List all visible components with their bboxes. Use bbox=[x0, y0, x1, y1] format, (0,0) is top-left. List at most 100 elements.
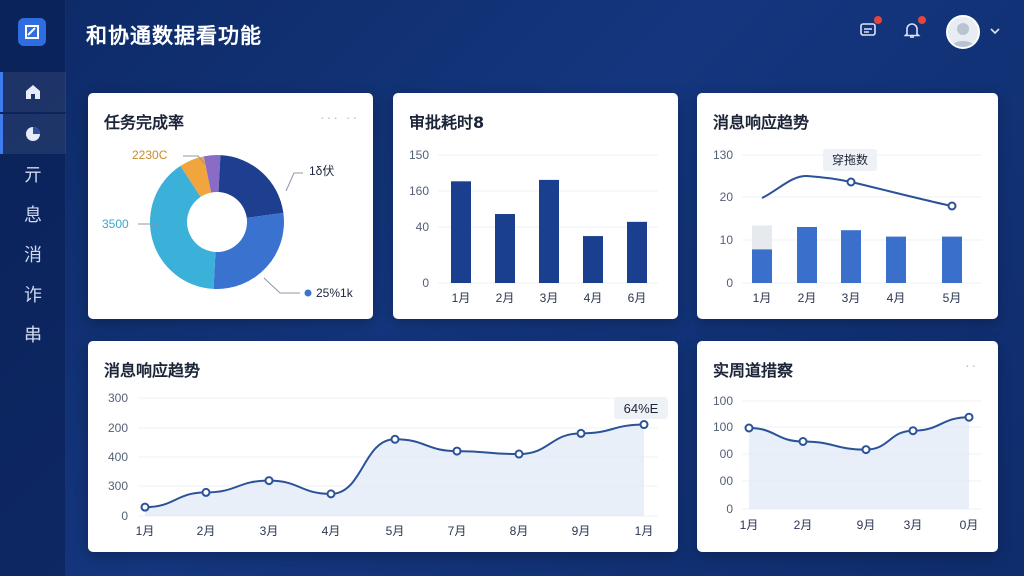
y-tick-label: 150 bbox=[409, 148, 429, 162]
line-point bbox=[964, 412, 974, 422]
x-tick-label: 4月 bbox=[584, 291, 603, 305]
chevron-down-icon[interactable] bbox=[989, 24, 1001, 42]
y-tick-label: 0 bbox=[422, 276, 429, 290]
y-tick-label: 20 bbox=[720, 190, 734, 204]
sidebar-item-4[interactable]: 诈 bbox=[0, 274, 66, 314]
line-point bbox=[947, 201, 957, 211]
x-tick-label: 1月 bbox=[452, 291, 471, 305]
bar bbox=[942, 236, 962, 283]
y-tick-label: 0 bbox=[726, 502, 733, 516]
slice-label: 25%1k bbox=[316, 286, 354, 300]
y-tick-label: 160 bbox=[409, 184, 429, 198]
app-title: 和协通数据看功能 bbox=[86, 24, 262, 48]
y-tick-label: 40 bbox=[416, 220, 430, 234]
response-trend-card: 消息响应趋势 130 20 10 0 1月 2月 3月 4月 5月 穿拖数 bbox=[697, 93, 998, 319]
area-chart: 100100000001月 2月 9月 3月 0月 bbox=[713, 394, 982, 532]
y-tick-label: 300 bbox=[108, 479, 128, 493]
badge-text: 64%E bbox=[624, 401, 659, 416]
sidebar: 亓 息 消 诈 串 bbox=[0, 0, 66, 576]
bar bbox=[797, 227, 817, 283]
y-tick-label: 10 bbox=[720, 233, 734, 247]
x-tick-label: 1月 bbox=[136, 524, 155, 538]
donut-chart: 2230C 3500 1δ伏 25%1k bbox=[102, 148, 354, 300]
x-tick-label: 4月 bbox=[322, 524, 341, 538]
bar bbox=[495, 214, 515, 283]
y-tick-label: 400 bbox=[108, 450, 128, 464]
sidebar-item-5[interactable]: 串 bbox=[0, 314, 66, 354]
x-tick-label: 8月 bbox=[510, 524, 529, 538]
tooltip-text: 穿拖数 bbox=[832, 152, 868, 167]
weekly-card: 实周道措察 ·· 100 100 00 00 0 1月 2月 9月 3月 0月 bbox=[697, 341, 998, 552]
x-tick-label: 2月 bbox=[798, 291, 817, 305]
y-tick-label: 100 bbox=[713, 394, 733, 408]
x-tick-label: 9月 bbox=[572, 524, 591, 538]
y-tick-label: 0 bbox=[726, 276, 733, 290]
slice-label: 3500 bbox=[102, 217, 129, 231]
leader-line bbox=[285, 172, 303, 192]
line-point bbox=[452, 446, 462, 456]
trend-line bbox=[761, 174, 953, 207]
line-point bbox=[390, 434, 400, 444]
task-completion-card: 任务完成率 ··· ·· 2230C 3500 1δ伏 25%1k bbox=[88, 93, 373, 319]
y-tick-label: 0 bbox=[121, 509, 128, 523]
x-tick-label: 1月 bbox=[635, 524, 654, 538]
user-avatar[interactable] bbox=[946, 15, 980, 49]
sidebar-item-1[interactable]: 亓 bbox=[0, 154, 66, 194]
y-tick-label: 300 bbox=[108, 391, 128, 405]
pie-chart-icon bbox=[26, 127, 40, 141]
x-tick-label: 3月 bbox=[842, 291, 861, 305]
y-tick-label: 00 bbox=[720, 447, 734, 461]
sidebar-item-home[interactable] bbox=[0, 72, 66, 112]
bell-icon[interactable] bbox=[900, 16, 926, 42]
slice-label: 2230C bbox=[132, 148, 168, 162]
notification-dot bbox=[874, 16, 882, 24]
y-tick-label: 130 bbox=[713, 148, 733, 162]
line-point bbox=[798, 437, 808, 446]
sidebar-item-charts[interactable] bbox=[0, 114, 66, 154]
x-tick-label: 1月 bbox=[753, 291, 772, 305]
x-tick-label: 5月 bbox=[943, 291, 962, 305]
x-tick-label: 4月 bbox=[887, 291, 906, 305]
response-trend-wide-card: 消息响应趋势 300 200 400 300 0 1月 2月 3月 4月 5月 7月 8月 9月 1月 64… bbox=[88, 341, 678, 552]
x-tick-label: 2月 bbox=[496, 291, 515, 305]
approval-time-card: 审批耗时8 150 160 40 0 1月 2月 3月 4月 6月 bbox=[393, 93, 678, 319]
bar bbox=[886, 236, 906, 283]
pie-slice bbox=[218, 155, 284, 218]
line-point bbox=[846, 177, 856, 187]
y-tick-label: 100 bbox=[713, 420, 733, 434]
bar bbox=[451, 181, 471, 283]
bar bbox=[752, 249, 772, 283]
sidebar-item-2[interactable]: 息 bbox=[0, 194, 66, 234]
x-tick-label: 3月 bbox=[540, 291, 559, 305]
x-tick-label: 2月 bbox=[794, 518, 813, 532]
x-tick-label: 7月 bbox=[448, 524, 467, 538]
bar bbox=[627, 221, 647, 283]
line-point bbox=[514, 449, 524, 459]
y-tick-label: 00 bbox=[720, 474, 734, 488]
bar bbox=[539, 179, 559, 283]
legend-dot bbox=[304, 289, 312, 297]
sidebar-item-3[interactable]: 消 bbox=[0, 234, 66, 274]
home-icon bbox=[26, 85, 40, 99]
line-point bbox=[639, 420, 649, 430]
bar bbox=[583, 236, 603, 283]
line-point bbox=[264, 476, 274, 486]
line-point bbox=[861, 445, 871, 455]
x-tick-label: 9月 bbox=[857, 518, 876, 532]
message-icon[interactable] bbox=[856, 16, 882, 42]
x-tick-label: 1月 bbox=[740, 518, 759, 532]
app-logo-icon[interactable] bbox=[18, 18, 46, 46]
area-chart: 300 200 400 300 0 1月 2月 3月 4月 5月 7月 8月 9月 1月 64%E bbox=[108, 391, 668, 538]
leader-line bbox=[263, 277, 300, 294]
area-fill bbox=[749, 417, 969, 509]
line-point bbox=[908, 426, 918, 436]
line-point bbox=[744, 423, 754, 433]
bar bbox=[841, 230, 861, 283]
x-tick-label: 6月 bbox=[628, 291, 647, 305]
x-tick-label: 5月 bbox=[386, 524, 405, 538]
x-tick-label: 2月 bbox=[197, 524, 216, 538]
line-point bbox=[201, 487, 211, 497]
y-tick-label: 200 bbox=[108, 421, 128, 435]
x-tick-label: 3月 bbox=[260, 524, 279, 538]
notification-dot bbox=[918, 16, 926, 24]
